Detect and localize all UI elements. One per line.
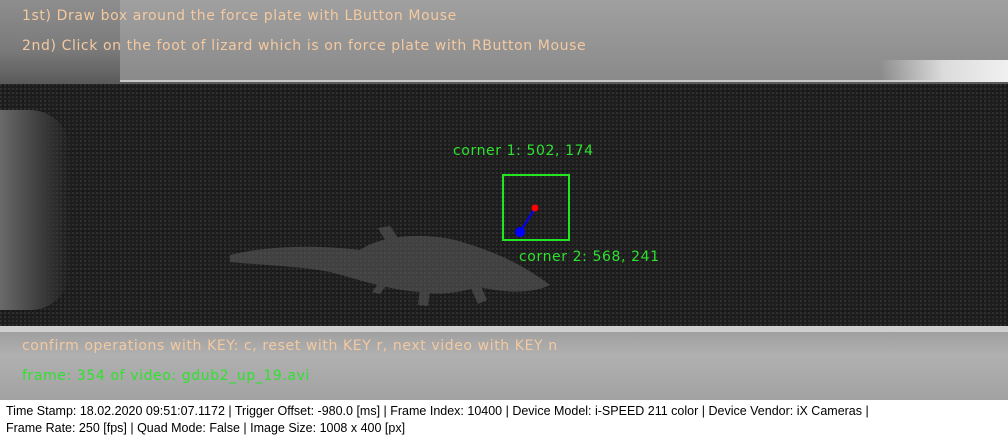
status-line-2: Frame Rate: 250 [fps] | Quad Mode: False… <box>6 421 406 435</box>
corner-2-coordinates: corner 2: 568, 241 <box>519 249 660 265</box>
foot-point-marker[interactable] <box>531 204 539 212</box>
status-bar: Time Stamp: 18.02.2020 09:51:07.1172 | T… <box>0 400 1008 440</box>
corner-1-coordinates: corner 1: 502, 174 <box>453 143 594 159</box>
video-frame-viewer[interactable]: 1st) Draw box around the force plate wit… <box>0 0 1008 400</box>
instruction-step-1: 1st) Draw box around the force plate wit… <box>22 8 457 24</box>
status-line-1: Time Stamp: 18.02.2020 09:51:07.1172 | T… <box>6 404 869 418</box>
frame-info: frame: 354 of video: gdub2_up_19.avi <box>22 368 311 384</box>
keyboard-shortcut-hint: confirm operations with KEY: c, reset wi… <box>22 338 558 354</box>
origin-point-marker[interactable] <box>515 227 525 237</box>
instruction-step-2: 2nd) Click on the foot of lizard which i… <box>22 38 587 54</box>
